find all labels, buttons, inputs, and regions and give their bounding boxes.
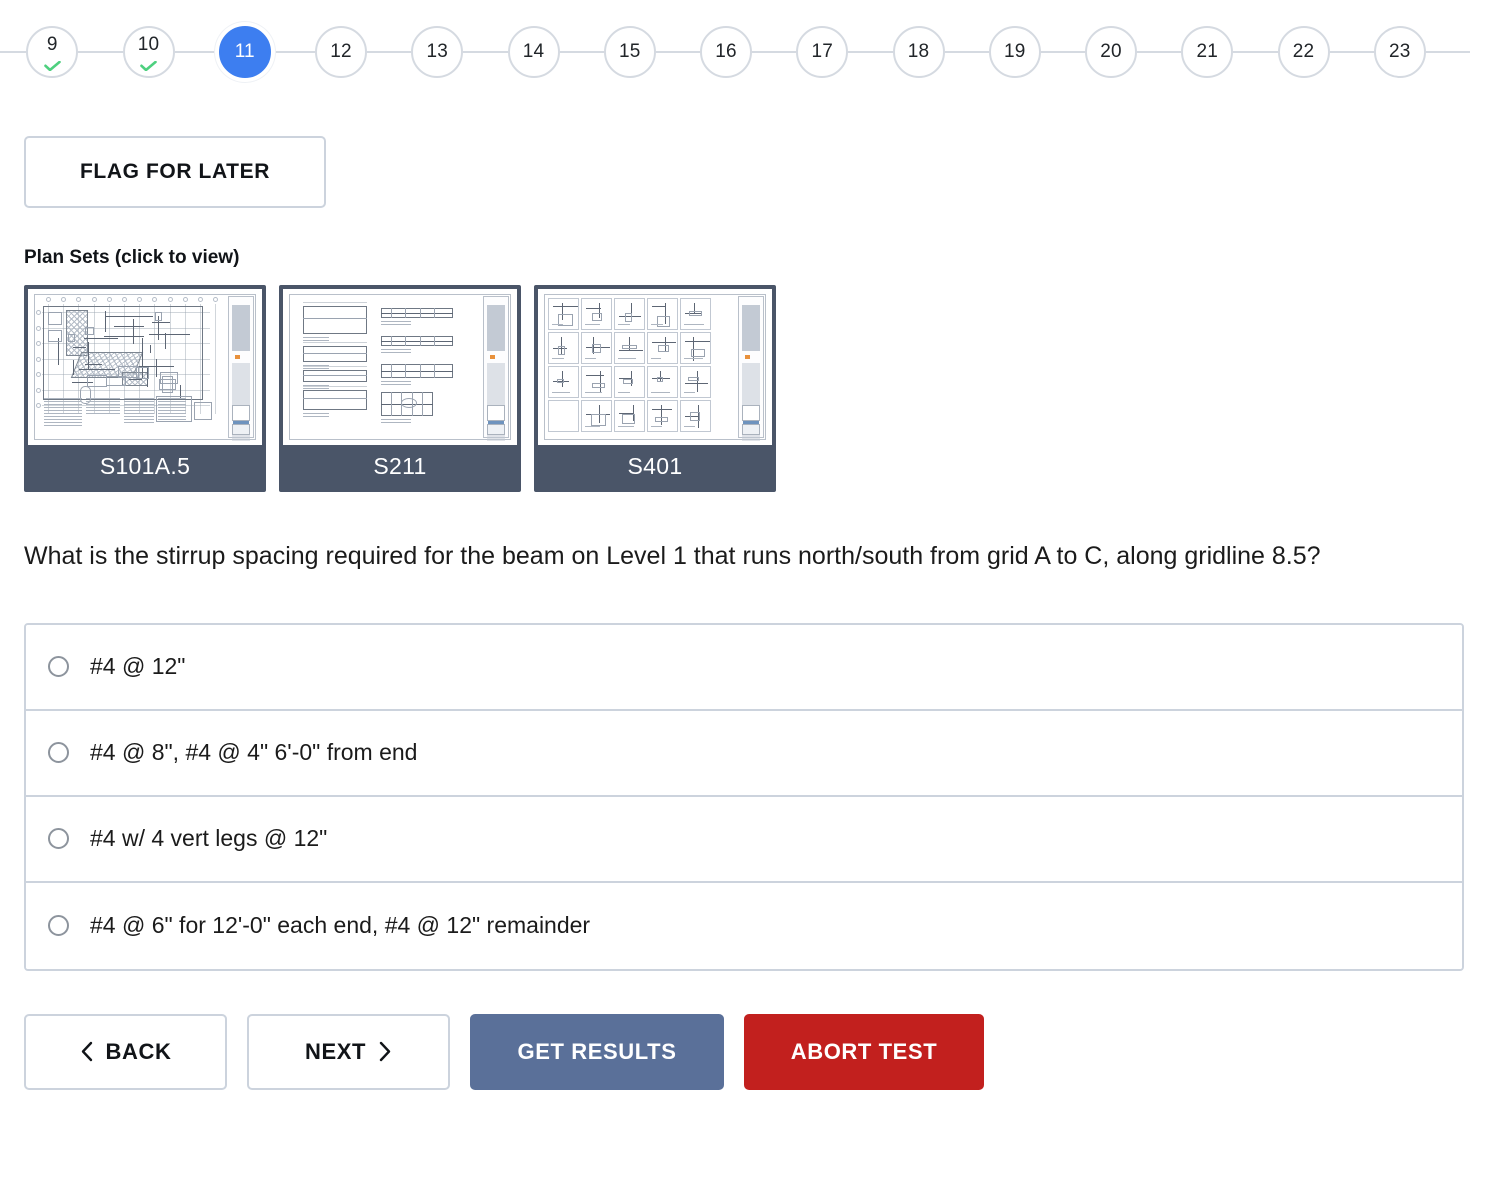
answer-option-d[interactable]: #4 @ 6" for 12'-0" each end, #4 @ 12" re… — [26, 883, 1462, 969]
plan-sets-label: Plan Sets (click to view) — [24, 247, 1488, 269]
stepper-connector — [848, 51, 892, 53]
answer-option-label: #4 @ 6" for 12'-0" each end, #4 @ 12" re… — [90, 912, 590, 939]
stepper-connector — [1041, 51, 1085, 53]
answer-option-label: #4 @ 12" — [90, 653, 185, 680]
stepper-step-number: 14 — [523, 42, 545, 61]
chevron-left-icon — [80, 1041, 93, 1062]
stepper-step-number: 23 — [1389, 42, 1411, 61]
stepper-connector — [1233, 51, 1277, 53]
stepper-step-number: 18 — [908, 42, 930, 61]
answer-option-label: #4 @ 8", #4 @ 4" 6'-0" from end — [90, 739, 417, 766]
stepper-step-17[interactable]: 17 — [796, 26, 848, 78]
stepper-connector — [175, 51, 219, 53]
sheet-title-block — [738, 296, 764, 438]
plan-set-thumbnail-S211[interactable]: S211 — [279, 285, 521, 492]
stepper-track: 9 10 11 12 13 14 15 16 17 18 19 20 21 22 23 — [0, 26, 1470, 78]
flag-button-container: FLAG FOR LATER — [0, 103, 1488, 208]
plan-set-preview-image[interactable] — [283, 289, 517, 445]
stepper-step-number: 19 — [1004, 42, 1026, 61]
plan-set-name: S401 — [538, 445, 772, 488]
question-text: What is the stirrup spacing required for… — [24, 532, 1444, 581]
stepper-step-18[interactable]: 18 — [893, 26, 945, 78]
stepper-connector — [945, 51, 989, 53]
plan-set-name: S101A.5 — [28, 445, 262, 488]
stepper-step-10[interactable]: 10 — [123, 26, 175, 78]
stepper-step-12[interactable]: 12 — [315, 26, 367, 78]
answer-option-a[interactable]: #4 @ 12" — [26, 625, 1462, 711]
stepper-step-number: 11 — [235, 42, 255, 61]
plan-sets-list: S101A.5 S211 S401 — [24, 285, 1488, 492]
stepper-connector — [271, 51, 315, 53]
stepper-step-9[interactable]: 9 — [26, 26, 78, 78]
stepper-connector — [1330, 51, 1374, 53]
plan-set-preview-image[interactable] — [28, 289, 262, 445]
get-results-button[interactable]: GET RESULTS — [470, 1014, 724, 1090]
answer-option-radio[interactable] — [48, 915, 69, 936]
stepper-step-14[interactable]: 14 — [508, 26, 560, 78]
stepper-step-number: 17 — [811, 42, 833, 61]
stepper-step-number: 13 — [426, 42, 448, 61]
sheet-drawing — [34, 294, 256, 440]
stepper-step-22[interactable]: 22 — [1278, 26, 1330, 78]
stepper-step-number: 12 — [330, 42, 352, 61]
plan-set-thumbnail-S401[interactable]: S401 — [534, 285, 776, 492]
stepper-step-number: 21 — [1196, 42, 1218, 61]
stepper-step-number: 10 — [138, 35, 160, 54]
stepper-step-23[interactable]: 23 — [1374, 26, 1426, 78]
stepper-step-number: 20 — [1100, 42, 1122, 61]
plan-set-thumbnail-S101A.5[interactable]: S101A.5 — [24, 285, 266, 492]
answer-option-label: #4 w/ 4 vert legs @ 12" — [90, 825, 327, 852]
stepper-step-21[interactable]: 21 — [1181, 26, 1233, 78]
answer-option-radio[interactable] — [48, 656, 69, 677]
back-button[interactable]: BACK — [24, 1014, 227, 1090]
stepper-step-number: 16 — [715, 42, 737, 61]
stepper-step-16[interactable]: 16 — [700, 26, 752, 78]
stepper-step-number: 9 — [47, 35, 58, 54]
stepper-connector — [656, 51, 700, 53]
answer-option-radio[interactable] — [48, 828, 69, 849]
question-stepper: 9 10 11 12 13 14 15 16 17 18 19 20 21 22 23 — [0, 0, 1488, 103]
chevron-right-icon — [379, 1041, 392, 1062]
stepper-connector — [1137, 51, 1181, 53]
stepper-step-15[interactable]: 15 — [604, 26, 656, 78]
stepper-step-19[interactable]: 19 — [989, 26, 1041, 78]
next-button[interactable]: NEXT — [247, 1014, 450, 1090]
checkmark-icon — [140, 58, 157, 68]
sheet-title-block — [483, 296, 509, 438]
stepper-step-20[interactable]: 20 — [1085, 26, 1137, 78]
stepper-step-13[interactable]: 13 — [411, 26, 463, 78]
answer-option-c[interactable]: #4 w/ 4 vert legs @ 12" — [26, 797, 1462, 883]
stepper-step-11[interactable]: 11 — [219, 26, 271, 78]
plan-set-preview-image[interactable] — [538, 289, 772, 445]
back-button-label: BACK — [106, 1039, 172, 1065]
sheet-drawing — [544, 294, 766, 440]
abort-test-button[interactable]: ABORT TEST — [744, 1014, 984, 1090]
next-button-label: NEXT — [305, 1039, 366, 1065]
checkmark-icon — [44, 58, 61, 68]
stepper-connector — [78, 51, 122, 53]
flag-for-later-button[interactable]: FLAG FOR LATER — [24, 136, 326, 208]
stepper-connector — [560, 51, 604, 53]
stepper-step-number: 15 — [619, 42, 641, 61]
stepper-step-number: 22 — [1293, 42, 1315, 61]
stepper-connector — [463, 51, 507, 53]
answer-options-list: #4 @ 12" #4 @ 8", #4 @ 4" 6'-0" from end #… — [24, 623, 1464, 971]
stepper-connector — [0, 51, 26, 53]
navigation-footer: BACK NEXT GET RESULTS ABORT TEST — [24, 1014, 1488, 1090]
stepper-connector — [367, 51, 411, 53]
answer-option-b[interactable]: #4 @ 8", #4 @ 4" 6'-0" from end — [26, 711, 1462, 797]
sheet-title-block — [228, 296, 254, 438]
stepper-connector — [752, 51, 796, 53]
answer-option-radio[interactable] — [48, 742, 69, 763]
stepper-connector — [1426, 51, 1470, 53]
sheet-drawing — [289, 294, 511, 440]
plan-set-name: S211 — [283, 445, 517, 488]
